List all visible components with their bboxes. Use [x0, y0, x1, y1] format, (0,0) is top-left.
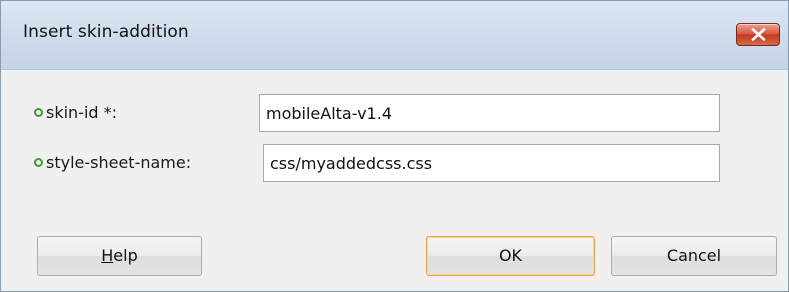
style-sheet-name-input[interactable]: [263, 144, 720, 182]
help-button-label: Help: [101, 237, 137, 275]
style-sheet-name-label: style-sheet-name:: [46, 153, 192, 172]
ok-button-label: OK: [498, 246, 523, 265]
skin-id-input[interactable]: [259, 94, 720, 132]
cancel-button-label: Cancel: [666, 246, 722, 265]
required-indicator-icon: [34, 158, 43, 167]
required-indicator-icon: [34, 108, 43, 117]
skin-id-label: skin-id *:: [46, 103, 118, 122]
insert-skin-addition-dialog: Insert skin-addition skin-id *: style-sh…: [0, 0, 789, 292]
ok-button[interactable]: OK: [426, 236, 595, 276]
cancel-button[interactable]: Cancel: [611, 236, 777, 276]
form-row-style-sheet-name: style-sheet-name:: [1, 144, 788, 184]
help-button[interactable]: Help: [37, 236, 202, 276]
help-label-rest: elp: [113, 246, 138, 265]
help-mnemonic: H: [101, 246, 114, 265]
close-x-icon: [751, 28, 766, 41]
dialog-title: Insert skin-addition: [23, 22, 189, 42]
close-button[interactable]: [736, 23, 780, 46]
form-row-skin-id: skin-id *:: [1, 94, 788, 134]
dialog-content: skin-id *: style-sheet-name: Help OK Can…: [1, 70, 788, 291]
title-bar: Insert skin-addition: [1, 1, 788, 70]
